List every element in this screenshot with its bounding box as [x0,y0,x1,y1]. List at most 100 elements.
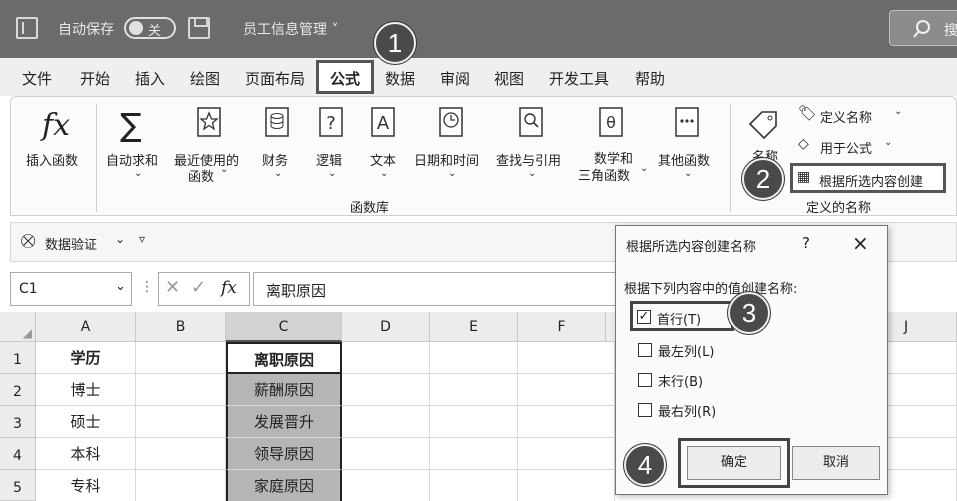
checkbox-top-row[interactable]: ✓ [637,310,651,324]
tab-developer[interactable]: 开发工具 [549,68,609,89]
cell-e2[interactable] [430,374,518,406]
cell-j5[interactable] [888,470,957,501]
search-text: 搜 [944,23,957,39]
more-functions-button[interactable]: 其他函数 [658,150,710,169]
help-icon[interactable]: ? [802,234,810,252]
column-header-d[interactable]: D [342,312,430,342]
cell-d4[interactable] [342,438,430,470]
column-header-j[interactable]: J [888,312,957,342]
save-icon[interactable] [188,17,210,39]
cell-e5[interactable] [430,470,518,501]
checkbox-left-column[interactable] [638,343,652,357]
cell-f3[interactable] [518,406,615,438]
use-in-formula-button[interactable]: 用于公式 [820,138,872,157]
tab-help[interactable]: 帮助 [635,68,665,89]
insert-function-button[interactable]: 插入函数 [26,150,78,169]
cell-c1[interactable]: 离职原因 [226,342,342,374]
tab-data[interactable]: 数据 [385,68,415,89]
row-header-4[interactable]: 4 [0,438,36,470]
group-label-function-library: 函数库 [350,201,390,216]
column-header-b[interactable]: B [136,312,226,342]
cell-a4[interactable]: 本科 [36,438,136,470]
cell-c3[interactable]: 发展晋升 [226,406,342,438]
step-callout-2: 2 [742,158,784,200]
cell-d2[interactable] [342,374,430,406]
row-header-1[interactable]: 1 [0,342,36,374]
option-right-column-label[interactable]: 最右列(R) [658,401,716,420]
text-function-button[interactable]: 文本 [370,150,396,169]
cell-a2[interactable]: 博士 [36,374,136,406]
financial-button[interactable]: 财务 [262,150,288,169]
tab-insert[interactable]: 插入 [135,68,165,89]
cell-e1[interactable] [430,342,518,374]
data-validation-button[interactable]: 数据验证 [45,234,97,253]
column-header-f[interactable]: F [518,312,606,342]
cell-d1[interactable] [342,342,430,374]
tab-review[interactable]: 审阅 [440,68,470,89]
option-top-row[interactable]: ✓ 首行(T) [630,301,734,331]
cell-a3[interactable]: 硕士 [36,406,136,438]
tab-formulas[interactable]: 公式 [330,68,360,89]
document-title[interactable]: 员工信息管理 ˅ [243,19,338,39]
cancel-icon[interactable]: ✕ [165,277,180,298]
select-all-corner[interactable]: ◢ [0,312,36,342]
cell-c5[interactable]: 家庭原因 [226,470,342,501]
cell-d5[interactable] [342,470,430,501]
tab-page-layout[interactable]: 页面布局 [245,68,305,89]
checkbox-right-column[interactable] [638,403,652,417]
column-header-e[interactable]: E [430,312,518,342]
cell-j4[interactable] [888,438,957,470]
cell-j3[interactable] [888,406,957,438]
option-left-column-label[interactable]: 最左列(L) [658,341,714,360]
chevron-down-icon[interactable]: ⌄ [115,232,125,246]
cell-c2[interactable]: 薪酬原因 [226,374,342,406]
logical-button[interactable]: 逻辑 [316,150,342,169]
tab-draw[interactable]: 绘图 [190,68,220,89]
row-header-3[interactable]: 3 [0,406,36,438]
create-from-selection-button[interactable]: ▦ 根据所选内容创建 [790,163,946,193]
autosave-toggle[interactable]: 关 [124,17,176,39]
cell-b5[interactable] [136,470,226,501]
insert-function-fx-icon[interactable]: fx [221,278,237,298]
cell-f2[interactable] [518,374,615,406]
cell-c4[interactable]: 领导原因 [226,438,342,470]
tab-home[interactable]: 开始 [80,68,110,89]
math-trig-label-2: 三角函数 [578,169,631,184]
logical-icon: ? [319,107,343,137]
define-name-button[interactable]: 定义名称 [820,107,872,126]
cell-f1[interactable] [518,342,615,374]
cell-b3[interactable] [136,406,226,438]
cell-a5[interactable]: 专科 [36,470,136,501]
close-icon[interactable]: × [852,231,869,255]
cell-a1[interactable]: 学历 [36,342,136,374]
autosum-button[interactable]: 自动求和 [106,150,158,169]
cell-b1[interactable] [136,342,226,374]
ok-button[interactable]: 确定 [687,446,781,480]
cell-j2[interactable] [888,374,957,406]
row-header-5[interactable]: 5 [0,470,36,501]
cell-e4[interactable] [430,438,518,470]
customize-toolbar-icon[interactable]: ▿ [139,232,145,246]
cancel-button[interactable]: 取消 [792,446,880,480]
cell-b4[interactable] [136,438,226,470]
ribbon-divider [96,104,97,212]
name-box[interactable]: C1 ⌄ [10,272,132,306]
option-bottom-row-label[interactable]: 末行(B) [658,371,703,390]
tab-view[interactable]: 视图 [494,68,524,89]
lookup-button[interactable]: 查找与引用 [496,150,561,169]
cell-b2[interactable] [136,374,226,406]
row-header-2[interactable]: 2 [0,374,36,406]
cell-d3[interactable] [342,406,430,438]
datetime-button[interactable]: 日期和时间 [414,150,479,169]
column-header-c[interactable]: C [226,312,342,342]
column-header-a[interactable]: A [36,312,136,342]
cell-f5[interactable] [518,470,615,501]
checkbox-bottom-row[interactable] [638,373,652,387]
formula-input[interactable]: 离职原因 [253,272,623,306]
cell-j1[interactable] [888,342,957,374]
tab-file[interactable]: 文件 [22,68,52,89]
search-box[interactable]: 搜 [889,10,957,46]
cell-e3[interactable] [430,406,518,438]
cell-f4[interactable] [518,438,615,470]
enter-icon[interactable]: ✓ [191,277,206,298]
